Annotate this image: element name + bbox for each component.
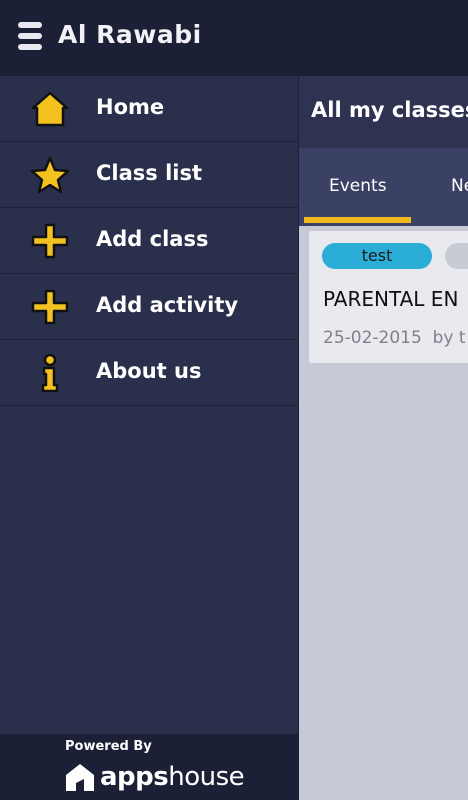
tab-events[interactable]: Events [329,176,387,196]
sidebar-item-about-us[interactable]: About us [0,340,298,406]
app-title: Al Rawabi [58,20,202,49]
active-tab-indicator [304,217,411,223]
appshouse-logo: appshouse [64,760,245,794]
sidebar-item-add-class[interactable]: Add class [0,208,298,274]
app-bar: Al Rawabi [0,0,468,76]
sidebar-item-add-activity[interactable]: Add activity [0,274,298,340]
powered-by-label: Powered By [65,739,152,754]
house-logo-icon [66,764,94,791]
brand-wordmark: appshouse [100,762,245,792]
tag-badge[interactable]: test [322,243,432,269]
event-card[interactable]: test PARENTAL EN 25-02-2015 by t [309,231,468,363]
sidebar-item-label: Class list [96,161,203,185]
page-title: All my classes [311,98,468,122]
sidebar-item-label: Add activity [96,293,239,317]
event-author: by t [432,328,466,348]
event-title: PARENTAL EN [323,287,459,311]
plus-icon [31,289,69,325]
tab-bar: Events Ne [299,148,468,226]
tag-badge-secondary[interactable] [445,243,468,269]
main-header: All my classes [299,76,468,148]
sidebar-item-class-list[interactable]: Class list [0,142,298,208]
main-panel: All my classes Events Ne test PARENTAL E… [299,76,468,800]
brand-part-b: house [168,762,245,792]
star-icon [30,156,70,194]
info-icon [41,354,59,392]
brand-part-a: apps [100,762,169,792]
sidebar-item-label: About us [96,359,202,383]
plus-icon [31,223,69,259]
home-icon [31,91,69,127]
event-meta: 25-02-2015 by t [323,328,466,348]
sidebar-item-label: Add class [96,227,209,251]
sidebar-item-label: Home [96,95,165,119]
powered-by-footer: Powered By appshouse [0,734,298,800]
sidebar-item-home[interactable]: Home [0,76,298,142]
tab-news[interactable]: Ne [451,176,468,196]
side-menu: Home Class list Add class Add activity A… [0,76,299,800]
hamburger-menu-icon[interactable] [18,22,42,54]
event-date: 25-02-2015 [323,328,422,348]
